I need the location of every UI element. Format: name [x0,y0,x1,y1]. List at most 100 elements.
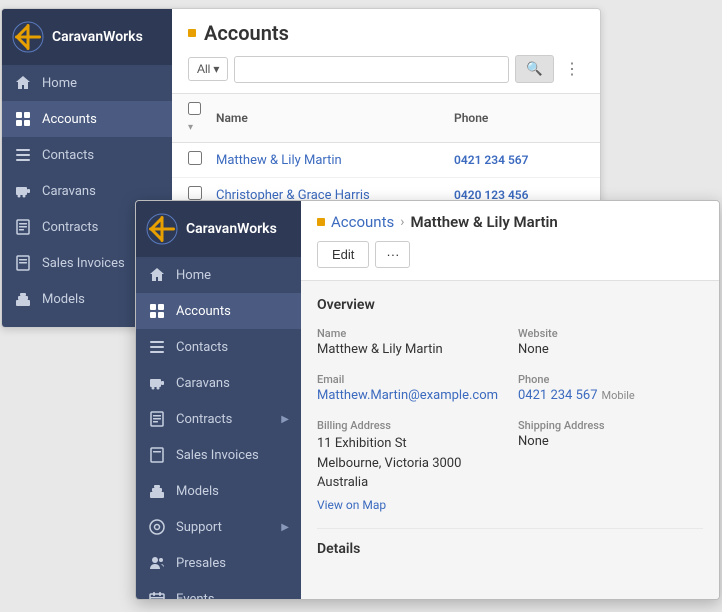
search-input[interactable] [234,56,509,83]
all-filter-button[interactable]: All ▾ [188,57,228,81]
breadcrumb: Accounts › Matthew & Lily Martin [317,213,703,231]
more-actions-button[interactable]: ··· [375,241,410,268]
website-field-group: Website None [518,327,703,357]
row1-check-col [188,151,208,169]
header-checkbox-col: ▾ [188,102,208,134]
table-header-row: ▾ Name Phone [172,94,600,143]
email-label: Email [317,373,502,386]
models-icon [14,290,32,308]
row1-name-link[interactable]: Matthew & Lily Martin [216,153,446,168]
details-section-title: Details [317,541,703,557]
front-nav-support[interactable]: Support ▶ [136,509,301,545]
front-nav-presales-label: Presales [176,556,226,571]
edit-button[interactable]: Edit [317,241,369,268]
front-nav-contracts-label: Contracts [176,412,232,427]
front-nav-home[interactable]: Home [136,257,301,293]
phone-label: Phone [518,373,703,386]
front-logo: CaravanWorks [136,201,301,257]
front-nav-accounts-label: Accounts [176,304,231,319]
billing-line3: Australia [317,475,368,490]
billing-address: 11 Exhibition St Melbourne, Victoria 300… [317,434,502,493]
breadcrumb-dot [317,218,325,226]
back-nav-models-label: Models [42,292,85,307]
logo-icon [12,21,44,53]
back-nav-contracts-label: Contracts [42,220,98,235]
phone-value-link[interactable]: 0421 234 567 [518,388,598,403]
email-value-link[interactable]: Matthew.Martin@example.com [317,388,502,403]
title-dot [188,29,196,37]
back-page-title: Accounts [204,21,289,45]
back-nav-home[interactable]: Home [2,65,172,101]
front-events-icon [148,590,166,600]
action-row: Edit ··· [317,241,703,268]
front-contracts-arrow-icon: ▶ [281,414,289,425]
more-options-button[interactable]: ⋮ [560,55,584,83]
name-label: Name [317,327,502,340]
front-logo-text: CaravanWorks [186,221,277,237]
row1-checkbox[interactable] [188,151,202,165]
back-nav-accounts[interactable]: Accounts [2,101,172,137]
front-support-arrow-icon: ▶ [281,522,289,533]
row1-phone: 0421 234 567 [454,153,584,167]
shipping-value: None [518,434,703,449]
back-search-row: All ▾ 🔍 ⋮ [188,55,584,83]
detail-body: Overview Name Matthew & Lily Martin Webs… [301,281,719,587]
col-phone-header: Phone [454,111,584,125]
front-nav-events[interactable]: Events [136,581,301,600]
view-on-map-link[interactable]: View on Map [317,498,502,512]
billing-label: Billing Address [317,419,502,432]
front-nav-contracts[interactable]: Contracts ▶ [136,401,301,437]
front-accounts-icon [148,302,166,320]
front-nav-sales-invoices[interactable]: Sales Invoices [136,437,301,473]
front-nav-sales-invoices-label: Sales Invoices [176,448,259,463]
front-logo-icon [146,213,178,245]
front-home-icon [148,266,166,284]
front-nav-presales[interactable]: Presales [136,545,301,581]
search-button[interactable]: 🔍 [515,55,554,83]
front-nav-contacts[interactable]: Contacts [136,329,301,365]
sort-icon: ▾ [188,122,193,133]
website-value: None [518,342,703,357]
select-all-checkbox[interactable] [188,102,201,115]
website-label: Website [518,327,703,340]
contracts-icon [14,218,32,236]
contacts-icon [14,146,32,164]
logo-text: CaravanWorks [52,29,143,45]
shipping-label: Shipping Address [518,419,703,432]
phone-field-group: Phone 0421 234 567 Mobile [518,373,703,403]
home-icon [14,74,32,92]
front-support-icon [148,518,166,536]
detail-header: Accounts › Matthew & Lily Martin Edit ··… [301,201,719,281]
phone-value-row: 0421 234 567 Mobile [518,388,703,403]
front-nav-models[interactable]: Models [136,473,301,509]
overview-section-title: Overview [317,297,703,313]
back-nav-accounts-label: Accounts [42,112,97,127]
front-nav-accounts[interactable]: Accounts [136,293,301,329]
dropdown-arrow-icon: ▾ [213,62,219,76]
front-models-icon [148,482,166,500]
back-nav-support-label: Support [42,328,88,329]
front-sales-invoices-icon [148,446,166,464]
support-icon [14,326,32,328]
breadcrumb-current: Matthew & Lily Martin [410,213,557,231]
phone-type: Mobile [602,389,635,402]
front-nav: Home Accounts Contacts Caravans [136,257,301,600]
billing-line1: 11 Exhibition St [317,436,407,451]
sales-invoices-icon [14,254,32,272]
front-presales-icon [148,554,166,572]
logo: CaravanWorks [2,9,172,65]
back-nav-contacts[interactable]: Contacts [2,137,172,173]
table-row: Matthew & Lily Martin 0421 234 567 [172,143,600,178]
name-field-group: Name Matthew & Lily Martin [317,327,502,357]
row2-checkbox[interactable] [188,186,202,200]
name-value: Matthew & Lily Martin [317,342,502,357]
front-nav-home-label: Home [176,268,211,283]
billing-line2: Melbourne, Victoria 3000 [317,456,461,471]
breadcrumb-accounts-link[interactable]: Accounts [331,213,394,231]
caravans-icon [14,182,32,200]
back-nav-sales-invoices-label: Sales Invoices [42,256,125,271]
front-nav-caravans[interactable]: Caravans [136,365,301,401]
front-caravans-icon [148,374,166,392]
col-name-header: Name [216,111,446,125]
front-sidebar: CaravanWorks Home Accounts Contacts [136,201,301,599]
